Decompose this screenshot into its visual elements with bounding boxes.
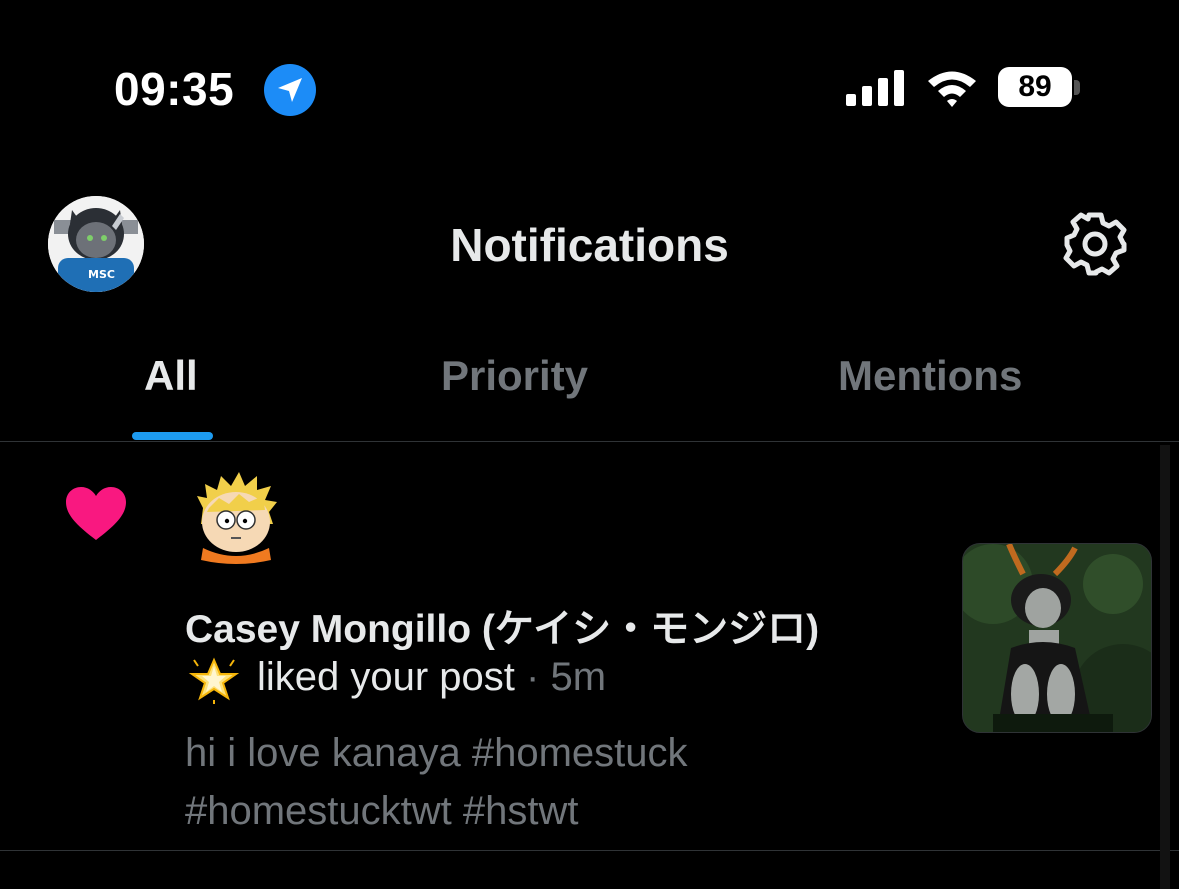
notification-action: liked your post · 5m: [257, 655, 606, 700]
battery-icon: 89: [998, 67, 1072, 107]
post-preview-text[interactable]: hi i love kanaya #homestuck #homestucktw…: [185, 724, 945, 840]
tab-priority[interactable]: Priority: [441, 352, 588, 400]
action-label: liked your post: [257, 655, 515, 699]
gear-icon[interactable]: [1062, 211, 1128, 277]
tab-mentions[interactable]: Mentions: [838, 352, 1022, 400]
status-time: 09:35: [114, 63, 235, 115]
app-screen: 09:35 89 MSC Notifications All Priority …: [0, 0, 1179, 889]
liker-name[interactable]: Casey Mongillo (ケイシ・モンジロ): [185, 598, 819, 654]
liker-avatar[interactable]: [193, 468, 279, 564]
wifi-icon: [928, 71, 976, 107]
scrollbar[interactable]: [1160, 445, 1170, 889]
star-emoji-icon: [188, 657, 240, 704]
location-arrow-icon: [264, 64, 316, 116]
page-title: Notifications: [450, 219, 729, 271]
notification-time: 5m: [550, 655, 607, 699]
post-thumbnail[interactable]: [962, 543, 1152, 733]
action-separator: ·: [526, 655, 540, 699]
heart-icon: [66, 487, 126, 540]
active-tab-indicator: [132, 432, 213, 440]
tabs-divider: [0, 441, 1179, 442]
battery-cap: [1074, 80, 1080, 95]
cellular-signal-icon: [846, 70, 904, 106]
battery-level: 89: [1018, 70, 1052, 103]
tab-all[interactable]: All: [144, 352, 198, 400]
notification-divider: [0, 850, 1179, 851]
